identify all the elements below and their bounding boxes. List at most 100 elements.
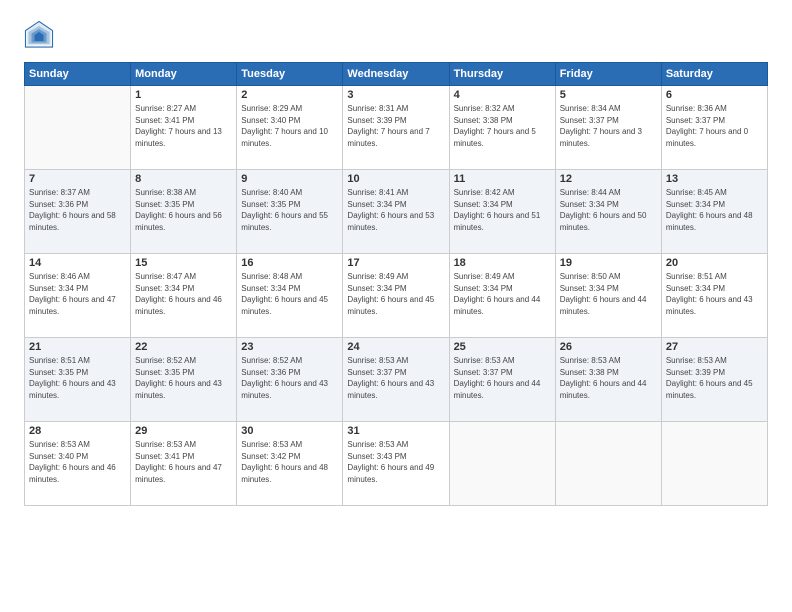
day-info: Sunrise: 8:53 AMSunset: 3:38 PMDaylight:… [560,355,657,401]
day-number: 15 [135,257,232,269]
calendar-header-friday: Friday [555,63,661,86]
calendar-day-cell: 17 Sunrise: 8:49 AMSunset: 3:34 PMDayligh… [343,254,449,338]
day-info: Sunrise: 8:46 AMSunset: 3:34 PMDaylight:… [29,271,126,317]
calendar-day-cell: 29Sunrise: 8:53 AMSunset: 3:41 PMDayligh… [131,422,237,506]
calendar-day-cell: 7Sunrise: 8:37 AMSunset: 3:36 PMDaylight… [25,170,131,254]
day-number: 10 [347,173,444,185]
day-info: Sunrise: 8:38 AMSunset: 3:35 PMDaylight:… [135,187,232,233]
day-info: Sunrise: 8:50 AMSunset: 3:34 PMDaylight:… [560,271,657,317]
calendar-header-row: SundayMondayTuesdayWednesdayThursdayFrid… [25,63,768,86]
day-info: Sunrise: 8:32 AMSunset: 3:38 PMDaylight:… [454,103,551,149]
day-number: 28 [29,425,126,437]
calendar: SundayMondayTuesdayWednesdayThursdayFrid… [24,62,768,506]
calendar-day-cell [449,422,555,506]
calendar-day-cell: 2 Sunrise: 8:29 AMSunset: 3:40 PMDaylight… [237,86,343,170]
day-number: 21 [29,341,126,353]
calendar-header-sunday: Sunday [25,63,131,86]
calendar-header-monday: Monday [131,63,237,86]
calendar-day-cell: 13Sunrise: 8:45 AMSunset: 3:34 PMDayligh… [661,170,767,254]
calendar-day-cell [661,422,767,506]
day-number: 22 [135,341,232,353]
calendar-day-cell: 4 Sunrise: 8:32 AMSunset: 3:38 PMDaylight… [449,86,555,170]
day-info: Sunrise: 8:53 AMSunset: 3:37 PMDaylight:… [347,355,444,401]
day-info: Sunrise: 8:51 AMSunset: 3:34 PMDaylight:… [666,271,763,317]
calendar-day-cell: 20 Sunrise: 8:51 AMSunset: 3:34 PMDayligh… [661,254,767,338]
calendar-day-cell: 24 Sunrise: 8:53 AMSunset: 3:37 PMDayligh… [343,338,449,422]
logo [24,20,58,50]
calendar-week-row: 14 Sunrise: 8:46 AMSunset: 3:34 PMDayligh… [25,254,768,338]
day-info: Sunrise: 8:52 AMSunset: 3:35 PMDaylight:… [135,355,232,401]
calendar-day-cell: 5Sunrise: 8:34 AMSunset: 3:37 PMDaylight… [555,86,661,170]
day-number: 2 [241,89,338,101]
header [24,20,768,50]
calendar-day-cell: 23Sunrise: 8:52 AMSunset: 3:36 PMDayligh… [237,338,343,422]
calendar-day-cell: 9Sunrise: 8:40 AMSunset: 3:35 PMDaylight… [237,170,343,254]
calendar-header-saturday: Saturday [661,63,767,86]
day-number: 1 [135,89,232,101]
calendar-header-wednesday: Wednesday [343,63,449,86]
day-info: Sunrise: 8:53 AMSunset: 3:41 PMDaylight:… [135,439,232,485]
calendar-day-cell: 15 Sunrise: 8:47 AMSunset: 3:34 PMDayligh… [131,254,237,338]
day-number: 30 [241,425,338,437]
calendar-week-row: 28 Sunrise: 8:53 AMSunset: 3:40 PMDayligh… [25,422,768,506]
day-number: 31 [347,425,444,437]
day-info: Sunrise: 8:29 AMSunset: 3:40 PMDaylight:… [241,103,338,149]
day-info: Sunrise: 8:36 AMSunset: 3:37 PMDaylight:… [666,103,763,149]
day-number: 8 [135,173,232,185]
calendar-day-cell: 14 Sunrise: 8:46 AMSunset: 3:34 PMDayligh… [25,254,131,338]
day-info: Sunrise: 8:42 AMSunset: 3:34 PMDaylight:… [454,187,551,233]
calendar-header-thursday: Thursday [449,63,555,86]
day-number: 11 [454,173,551,185]
day-info: Sunrise: 8:47 AMSunset: 3:34 PMDaylight:… [135,271,232,317]
calendar-week-row: 21 Sunrise: 8:51 AMSunset: 3:35 PMDayligh… [25,338,768,422]
day-info: Sunrise: 8:49 AMSunset: 3:34 PMDaylight:… [347,271,444,317]
calendar-week-row: 1 Sunrise: 8:27 AMSunset: 3:41 PMDaylight… [25,86,768,170]
calendar-day-cell: 19 Sunrise: 8:50 AMSunset: 3:34 PMDayligh… [555,254,661,338]
day-info: Sunrise: 8:52 AMSunset: 3:36 PMDaylight:… [241,355,338,401]
day-number: 17 [347,257,444,269]
day-number: 19 [560,257,657,269]
day-number: 16 [241,257,338,269]
day-info: Sunrise: 8:53 AMSunset: 3:39 PMDaylight:… [666,355,763,401]
day-info: Sunrise: 8:37 AMSunset: 3:36 PMDaylight:… [29,187,126,233]
page: SundayMondayTuesdayWednesdayThursdayFrid… [0,0,792,612]
calendar-day-cell [555,422,661,506]
calendar-day-cell: 26 Sunrise: 8:53 AMSunset: 3:38 PMDayligh… [555,338,661,422]
calendar-day-cell: 22 Sunrise: 8:52 AMSunset: 3:35 PMDayligh… [131,338,237,422]
calendar-day-cell: 21 Sunrise: 8:51 AMSunset: 3:35 PMDayligh… [25,338,131,422]
calendar-day-cell: 25 Sunrise: 8:53 AMSunset: 3:37 PMDayligh… [449,338,555,422]
day-info: Sunrise: 8:49 AMSunset: 3:34 PMDaylight:… [454,271,551,317]
day-number: 3 [347,89,444,101]
day-number: 12 [560,173,657,185]
logo-icon [24,20,54,50]
day-number: 4 [454,89,551,101]
day-info: Sunrise: 8:53 AMSunset: 3:37 PMDaylight:… [454,355,551,401]
day-number: 27 [666,341,763,353]
calendar-day-cell: 16 Sunrise: 8:48 AMSunset: 3:34 PMDayligh… [237,254,343,338]
day-info: Sunrise: 8:53 AMSunset: 3:40 PMDaylight:… [29,439,126,485]
calendar-day-cell: 8 Sunrise: 8:38 AMSunset: 3:35 PMDaylight… [131,170,237,254]
calendar-day-cell: 10Sunrise: 8:41 AMSunset: 3:34 PMDayligh… [343,170,449,254]
day-info: Sunrise: 8:51 AMSunset: 3:35 PMDaylight:… [29,355,126,401]
day-number: 18 [454,257,551,269]
day-info: Sunrise: 8:27 AMSunset: 3:41 PMDaylight:… [135,103,232,149]
day-info: Sunrise: 8:53 AMSunset: 3:42 PMDaylight:… [241,439,338,485]
day-number: 14 [29,257,126,269]
calendar-week-row: 7Sunrise: 8:37 AMSunset: 3:36 PMDaylight… [25,170,768,254]
calendar-day-cell: 12 Sunrise: 8:44 AMSunset: 3:34 PMDayligh… [555,170,661,254]
calendar-day-cell: 27 Sunrise: 8:53 AMSunset: 3:39 PMDayligh… [661,338,767,422]
day-info: Sunrise: 8:48 AMSunset: 3:34 PMDaylight:… [241,271,338,317]
day-number: 20 [666,257,763,269]
day-number: 24 [347,341,444,353]
day-info: Sunrise: 8:44 AMSunset: 3:34 PMDaylight:… [560,187,657,233]
calendar-header-tuesday: Tuesday [237,63,343,86]
calendar-day-cell: 18 Sunrise: 8:49 AMSunset: 3:34 PMDayligh… [449,254,555,338]
calendar-day-cell: 6 Sunrise: 8:36 AMSunset: 3:37 PMDaylight… [661,86,767,170]
calendar-day-cell [25,86,131,170]
day-number: 25 [454,341,551,353]
day-number: 6 [666,89,763,101]
day-number: 26 [560,341,657,353]
day-number: 5 [560,89,657,101]
calendar-day-cell: 31Sunrise: 8:53 AMSunset: 3:43 PMDayligh… [343,422,449,506]
day-info: Sunrise: 8:45 AMSunset: 3:34 PMDaylight:… [666,187,763,233]
